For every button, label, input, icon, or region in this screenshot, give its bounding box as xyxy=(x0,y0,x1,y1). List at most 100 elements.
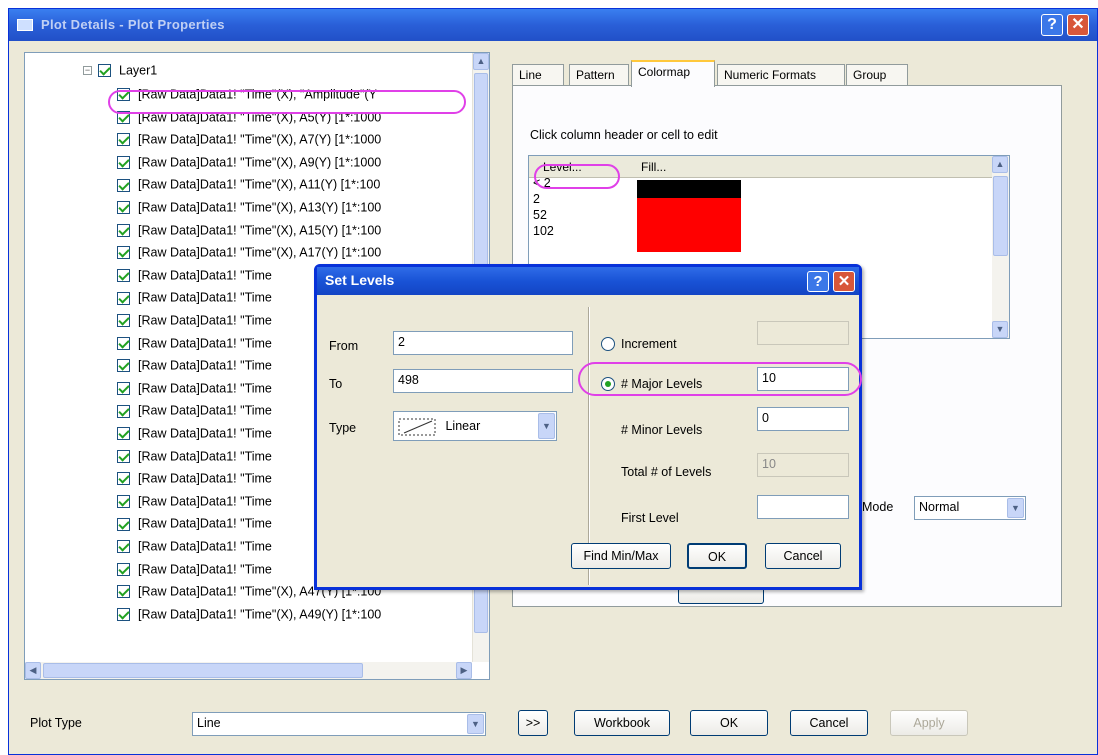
plot-checkbox[interactable] xyxy=(117,382,130,395)
plot-checkbox[interactable] xyxy=(117,291,130,305)
tree-hscroll-thumb[interactable] xyxy=(43,663,363,678)
plot-checkbox[interactable] xyxy=(117,608,130,621)
apply-button[interactable]: Apply xyxy=(890,710,968,736)
total-levels-label: Total # of Levels xyxy=(621,465,712,479)
first-level-input[interactable] xyxy=(757,495,849,519)
to-input[interactable]: 498 xyxy=(393,369,573,393)
scroll-right-icon[interactable]: ▶ xyxy=(456,662,472,679)
dialog-help-icon[interactable]: ? xyxy=(807,271,829,292)
workbook-button[interactable]: Workbook xyxy=(574,710,670,736)
tree-plot-row[interactable]: [Raw Data]Data1! "Time"(X), A49(Y) [1*:1… xyxy=(117,607,381,629)
tree-plot-row[interactable]: [Raw Data]Data1! "Time xyxy=(117,290,272,312)
tree-plot-row[interactable]: [Raw Data]Data1! "Time xyxy=(117,268,272,290)
tree-plot-row[interactable]: [Raw Data]Data1! "Time xyxy=(117,336,272,358)
layer-checkbox[interactable] xyxy=(98,64,111,78)
fill-cell[interactable] xyxy=(637,234,741,252)
dialog-titlebar[interactable]: Set Levels ? ✕ xyxy=(317,267,859,295)
chevron-down-icon[interactable]: ▼ xyxy=(1007,498,1024,518)
increment-radio[interactable] xyxy=(601,337,615,351)
more-button[interactable]: >> xyxy=(518,710,548,736)
tree-plot-row[interactable]: [Raw Data]Data1! "Time xyxy=(117,426,272,448)
tree-plot-row[interactable]: [Raw Data]Data1! "Time xyxy=(117,313,272,335)
plot-checkbox[interactable] xyxy=(117,156,130,169)
tree-plot-row[interactable]: [Raw Data]Data1! "Time xyxy=(117,471,272,493)
plot-checkbox[interactable] xyxy=(117,495,130,508)
close-icon[interactable]: ✕ xyxy=(1067,14,1089,36)
plot-label: [Raw Data]Data1! "Time xyxy=(138,404,272,419)
grid-scroll-down-icon[interactable]: ▼ xyxy=(992,321,1008,338)
tree-plot-row[interactable]: [Raw Data]Data1! "Time xyxy=(117,539,272,561)
dialog-close-icon[interactable]: ✕ xyxy=(833,271,855,292)
tab-line[interactable]: Line xyxy=(512,64,564,86)
mode-value: Normal xyxy=(919,500,960,514)
fill-column-header[interactable]: Fill... xyxy=(641,160,666,174)
tree-plot-row[interactable]: [Raw Data]Data1! "Time"(X), A11(Y) [1*:1… xyxy=(117,177,380,199)
plot-checkbox[interactable] xyxy=(117,562,130,576)
tab-group[interactable]: Group xyxy=(846,64,908,86)
tree-plot-row[interactable]: [Raw Data]Data1! "Time xyxy=(117,358,272,380)
chevron-down-icon[interactable]: ▼ xyxy=(538,413,555,439)
grid-scroll-thumb[interactable] xyxy=(993,176,1008,256)
collapse-icon[interactable]: − xyxy=(83,66,92,76)
minor-levels-input[interactable]: 0 xyxy=(757,407,849,431)
plot-checkbox[interactable] xyxy=(117,336,130,350)
tab-pattern[interactable]: Pattern xyxy=(569,64,629,86)
help-icon[interactable]: ? xyxy=(1041,14,1063,36)
plot-label: [Raw Data]Data1! "Time"(X), A13(Y) [1*:1… xyxy=(138,200,382,215)
level-cell[interactable]: 2 xyxy=(533,192,540,206)
plot-checkbox[interactable] xyxy=(117,585,130,599)
fill-cell[interactable] xyxy=(637,180,741,198)
scroll-up-icon[interactable]: ▲ xyxy=(473,53,489,70)
grid-vertical-scrollbar[interactable]: ▲ ▼ xyxy=(992,156,1009,338)
fill-cell[interactable] xyxy=(637,198,741,216)
tree-plot-row[interactable]: [Raw Data]Data1! "Time xyxy=(117,381,272,403)
plot-label: [Raw Data]Data1! "Time xyxy=(138,517,272,532)
plot-checkbox[interactable] xyxy=(117,449,130,463)
plot-checkbox[interactable] xyxy=(117,178,130,192)
type-combo[interactable]: Linear ▼ xyxy=(393,411,557,441)
plot-type-combo[interactable]: Line ▼ xyxy=(192,712,486,736)
tree-plot-row[interactable]: [Raw Data]Data1! "Time xyxy=(117,562,272,584)
dialog-ok-button[interactable]: OK xyxy=(687,543,747,569)
fill-cell[interactable] xyxy=(637,216,741,234)
plot-checkbox[interactable] xyxy=(117,540,130,554)
tree-plot-row[interactable]: [Raw Data]Data1! "Time xyxy=(117,494,272,516)
tree-plot-row[interactable]: [Raw Data]Data1! "Time xyxy=(117,403,272,425)
dialog-cancel-button[interactable]: Cancel xyxy=(765,543,841,569)
grid-scroll-up-icon[interactable]: ▲ xyxy=(992,156,1008,173)
plot-checkbox[interactable] xyxy=(117,359,130,373)
plot-checkbox[interactable] xyxy=(117,404,130,418)
tab-colormap[interactable]: Colormap xyxy=(631,60,715,87)
increment-label: Increment xyxy=(621,337,677,351)
plot-checkbox[interactable] xyxy=(117,201,130,215)
window-titlebar[interactable]: Plot Details - Plot Properties ? ✕ xyxy=(9,9,1097,41)
tab-numeric-formats[interactable]: Numeric Formats xyxy=(717,64,845,86)
mode-combo[interactable]: Normal ▼ xyxy=(914,496,1026,520)
scroll-left-icon[interactable]: ◀ xyxy=(25,662,41,679)
tree-horizontal-scrollbar[interactable]: ◀ ▶ xyxy=(25,662,472,679)
find-min-max-button[interactable]: Find Min/Max xyxy=(571,543,671,569)
level-cell[interactable]: 52 xyxy=(533,208,547,222)
tree-plot-row[interactable]: [Raw Data]Data1! "Time xyxy=(117,516,272,538)
plot-checkbox[interactable] xyxy=(117,269,130,282)
plot-checkbox[interactable] xyxy=(117,246,130,260)
cancel-button[interactable]: Cancel xyxy=(790,710,868,736)
first-level-label: First Level xyxy=(621,511,679,525)
plot-checkbox[interactable] xyxy=(117,427,130,441)
plot-checkbox[interactable] xyxy=(117,133,130,147)
plot-checkbox[interactable] xyxy=(117,472,130,486)
level-cell[interactable]: 102 xyxy=(533,224,554,238)
tree-plot-row[interactable]: [Raw Data]Data1! "Time"(X), A13(Y) [1*:1… xyxy=(117,200,381,222)
plot-checkbox[interactable] xyxy=(117,223,130,237)
tree-plot-row[interactable]: [Raw Data]Data1! "Time"(X), A9(Y) [1*:10… xyxy=(117,155,381,177)
tree-layer-row[interactable]: − Layer1 xyxy=(83,63,157,85)
tree-plot-row[interactable]: [Raw Data]Data1! "Time"(X), A7(Y) [1*:10… xyxy=(117,132,381,154)
from-input[interactable]: 2 xyxy=(393,331,573,355)
tree-plot-row[interactable]: [Raw Data]Data1! "Time"(X), A15(Y) [1*:1… xyxy=(117,223,381,245)
tree-plot-row[interactable]: [Raw Data]Data1! "Time xyxy=(117,449,272,471)
chevron-down-icon[interactable]: ▼ xyxy=(467,714,484,734)
plot-checkbox[interactable] xyxy=(117,314,130,328)
plot-checkbox[interactable] xyxy=(117,517,130,531)
plot-type-value: Line xyxy=(197,716,221,730)
ok-button[interactable]: OK xyxy=(690,710,768,736)
